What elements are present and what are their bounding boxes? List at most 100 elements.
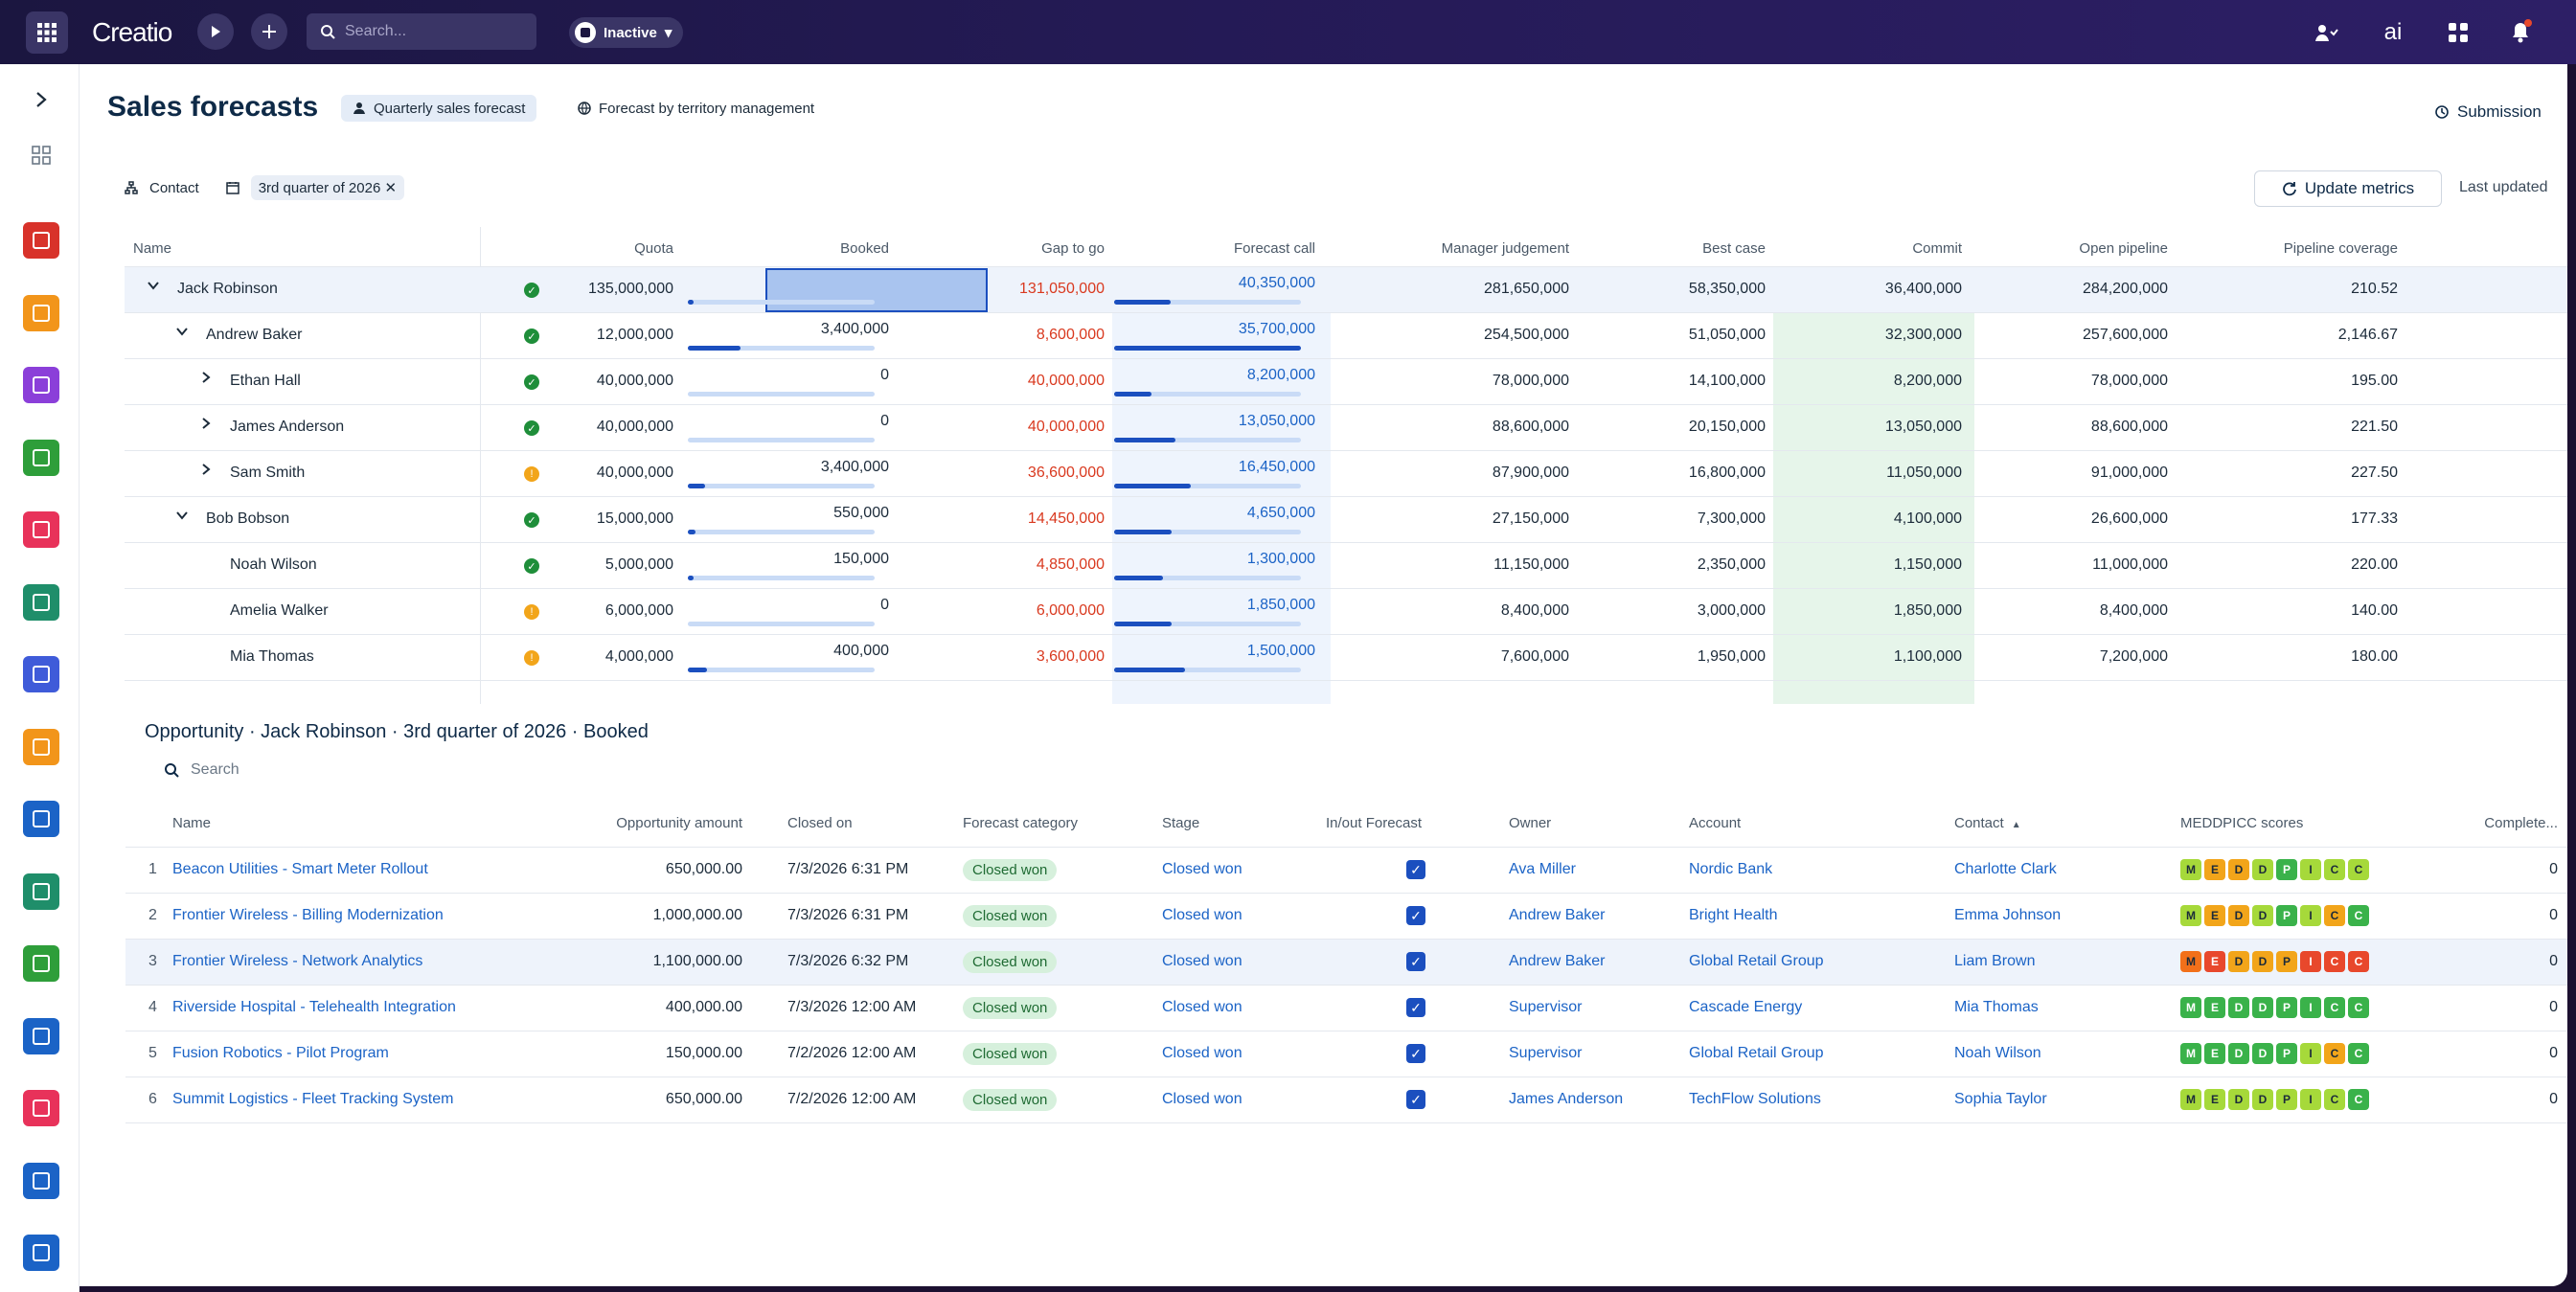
chevron-down-icon[interactable] — [175, 509, 189, 527]
filter-contact[interactable]: Contact — [149, 180, 199, 196]
period-filter-chip[interactable]: 3rd quarter of 2026 ✕ — [250, 175, 405, 200]
submission-button[interactable]: Submission — [2434, 102, 2542, 122]
forecast-cell-call[interactable]: 40,350,000 — [1105, 275, 1315, 292]
expand-sidebar-icon[interactable] — [27, 85, 56, 114]
opportunity-column-header[interactable]: Complete... — [2347, 815, 2558, 831]
forecast-row[interactable]: Mia Thomas! 4,000,000 400,000 3,600,000 1,50… — [125, 635, 2567, 681]
sidebar-app-icon-11[interactable] — [23, 945, 59, 982]
forecast-cell-call[interactable]: 35,700,000 — [1105, 321, 1315, 338]
opportunity-name-link[interactable]: Frontier Wireless - Billing Modernizatio… — [172, 907, 444, 924]
apps-icon[interactable] — [2443, 17, 2473, 48]
forecast-cell-booked[interactable]: 400,000 — [678, 643, 889, 660]
contact-link[interactable]: Emma Johnson — [1954, 907, 2061, 924]
forecast-row-name[interactable]: Bob Bobson — [206, 510, 289, 528]
forecast-row-name[interactable]: James Anderson — [230, 419, 344, 436]
stage-link[interactable]: Closed won — [1162, 1045, 1242, 1062]
chevron-right-icon[interactable] — [199, 371, 213, 389]
sidebar-app-icon-15[interactable] — [23, 1235, 59, 1271]
contact-link[interactable]: Noah Wilson — [1954, 1045, 2041, 1062]
workspace-icon[interactable] — [27, 141, 56, 170]
creatio-logo[interactable]: Creatio — [92, 17, 172, 48]
opportunity-column-header[interactable]: Account — [1689, 815, 1741, 831]
opportunity-column-header[interactable]: Opportunity amount — [532, 815, 742, 831]
update-metrics-button[interactable]: Update metrics — [2254, 170, 2442, 207]
sidebar-app-icon-7[interactable] — [23, 656, 59, 692]
stage-link[interactable]: Closed won — [1162, 1091, 1242, 1108]
owner-link[interactable]: Andrew Baker — [1509, 953, 1606, 970]
ai-icon[interactable]: ai — [2376, 15, 2410, 50]
sidebar-app-icon-9[interactable] — [23, 801, 59, 837]
forecast-cell-call[interactable]: 8,200,000 — [1105, 367, 1315, 384]
forecast-row-name[interactable]: Noah Wilson — [230, 556, 317, 574]
opportunity-column-header[interactable]: In/out Forecast — [1326, 815, 1422, 831]
forecast-cell-call[interactable]: 16,450,000 — [1105, 459, 1315, 476]
owner-link[interactable]: Supervisor — [1509, 1045, 1582, 1062]
opportunity-row[interactable]: 1 Beacon Utilities - Smart Meter Rollout 6… — [125, 848, 2567, 894]
forecast-row-name[interactable]: Amelia Walker — [230, 602, 329, 620]
opportunity-column-header[interactable]: Contact ▲ — [1954, 815, 2021, 831]
opportunity-name-link[interactable]: Frontier Wireless - Network Analytics — [172, 953, 422, 970]
forecast-row[interactable]: Jack Robinson✓135,000,0003,950,000131,05… — [125, 267, 2567, 313]
forecast-cell-call[interactable]: 1,850,000 — [1105, 597, 1315, 614]
sidebar-app-icon-5[interactable] — [23, 511, 59, 548]
forecast-cell-booked[interactable]: 3,400,000 — [678, 459, 889, 476]
add-icon[interactable] — [251, 13, 287, 50]
opportunity-search-input[interactable]: Search — [164, 761, 239, 779]
forecast-row[interactable]: Sam Smith! 40,000,000 3,400,000 36,600,000 1… — [125, 451, 2567, 497]
sidebar-app-icon-13[interactable] — [23, 1090, 59, 1126]
forecast-cell-call[interactable]: 1,500,000 — [1105, 643, 1315, 660]
sidebar-app-icon-2[interactable] — [23, 294, 59, 331]
stage-link[interactable]: Closed won — [1162, 861, 1242, 878]
sidebar-app-icon-12[interactable] — [23, 1017, 59, 1054]
opportunity-column-header[interactable]: Stage — [1162, 815, 1199, 831]
account-link[interactable]: TechFlow Solutions — [1689, 1091, 1821, 1108]
close-icon[interactable]: ✕ — [384, 180, 397, 196]
forecast-row[interactable]: Amelia Walker! 6,000,000 0 6,000,000 1,850,0… — [125, 589, 2567, 635]
forecast-cell-call[interactable]: 1,300,000 — [1105, 551, 1315, 568]
tab-quarterly-sales-forecast[interactable]: Quarterly sales forecast — [341, 95, 537, 122]
in-forecast-checkbox[interactable]: ✓ — [1406, 860, 1425, 879]
forecast-row-name[interactable]: Mia Thomas — [230, 648, 314, 666]
tab-forecast-by-territory[interactable]: Forecast by territory management — [566, 95, 826, 122]
sidebar-app-icon-4[interactable] — [23, 439, 59, 476]
in-forecast-checkbox[interactable]: ✓ — [1406, 1044, 1425, 1063]
notification-bell-icon[interactable] — [2504, 15, 2537, 48]
account-link[interactable]: Global Retail Group — [1689, 953, 1824, 970]
owner-link[interactable]: Supervisor — [1509, 999, 1582, 1016]
account-link[interactable]: Nordic Bank — [1689, 861, 1772, 878]
forecast-cell-booked[interactable]: 0 — [678, 413, 889, 430]
opportunity-row[interactable]: 6 Summit Logistics - Fleet Tracking Syste… — [125, 1077, 2567, 1123]
in-forecast-checkbox[interactable]: ✓ — [1406, 906, 1425, 925]
contact-link[interactable]: Sophia Taylor — [1954, 1091, 2047, 1108]
forecast-row[interactable]: Bob Bobson ✓ 15,000,000 550,000 14,450,000 4,… — [125, 497, 2567, 543]
stage-link[interactable]: Closed won — [1162, 907, 1242, 924]
contact-link[interactable]: Mia Thomas — [1954, 999, 2039, 1016]
sort-ascending-icon[interactable]: ▲ — [2012, 820, 2021, 830]
forecast-row-name[interactable]: Sam Smith — [230, 465, 305, 482]
app-grid-icon[interactable] — [26, 11, 68, 54]
opportunity-column-header[interactable]: Name — [172, 815, 211, 831]
forecast-row[interactable]: Ethan Hall ✓ 40,000,000 0 40,000,000 8,200,00… — [125, 359, 2567, 405]
stage-link[interactable]: Closed won — [1162, 999, 1242, 1016]
sidebar-app-icon-3[interactable] — [23, 367, 59, 403]
in-forecast-checkbox[interactable]: ✓ — [1406, 952, 1425, 971]
opportunity-row[interactable]: 4 Riverside Hospital - Telehealth Integra… — [125, 986, 2567, 1031]
chevron-down-icon[interactable] — [147, 279, 160, 297]
account-link[interactable]: Cascade Energy — [1689, 999, 1802, 1016]
opportunity-column-header[interactable]: Closed on — [787, 815, 853, 831]
opportunity-name-link[interactable]: Riverside Hospital - Telehealth Integrat… — [172, 999, 456, 1016]
forecast-cell-booked[interactable]: 3,400,000 — [678, 321, 889, 338]
opportunity-row[interactable]: 2 Frontier Wireless - Billing Modernizati… — [125, 894, 2567, 940]
opportunity-column-header[interactable]: MEDDPICC scores — [2180, 815, 2303, 831]
contact-link[interactable]: Liam Brown — [1954, 953, 2035, 970]
forecast-cell-booked[interactable]: 550,000 — [678, 505, 889, 522]
forecast-cell-booked[interactable]: 0 — [678, 597, 889, 614]
user-switch-icon[interactable] — [2311, 17, 2341, 48]
opportunity-name-link[interactable]: Summit Logistics - Fleet Tracking System — [172, 1091, 453, 1108]
account-link[interactable]: Global Retail Group — [1689, 1045, 1824, 1062]
forecast-cell-call[interactable]: 13,050,000 — [1105, 413, 1315, 430]
sidebar-app-icon-10[interactable] — [23, 873, 59, 910]
forecast-cell-booked[interactable]: 0 — [678, 367, 889, 384]
forecast-row[interactable]: James Anderson ✓ 40,000,000 0 40,000,000 13,0… — [125, 405, 2567, 451]
forecast-row-name[interactable]: Jack Robinson — [177, 281, 278, 298]
